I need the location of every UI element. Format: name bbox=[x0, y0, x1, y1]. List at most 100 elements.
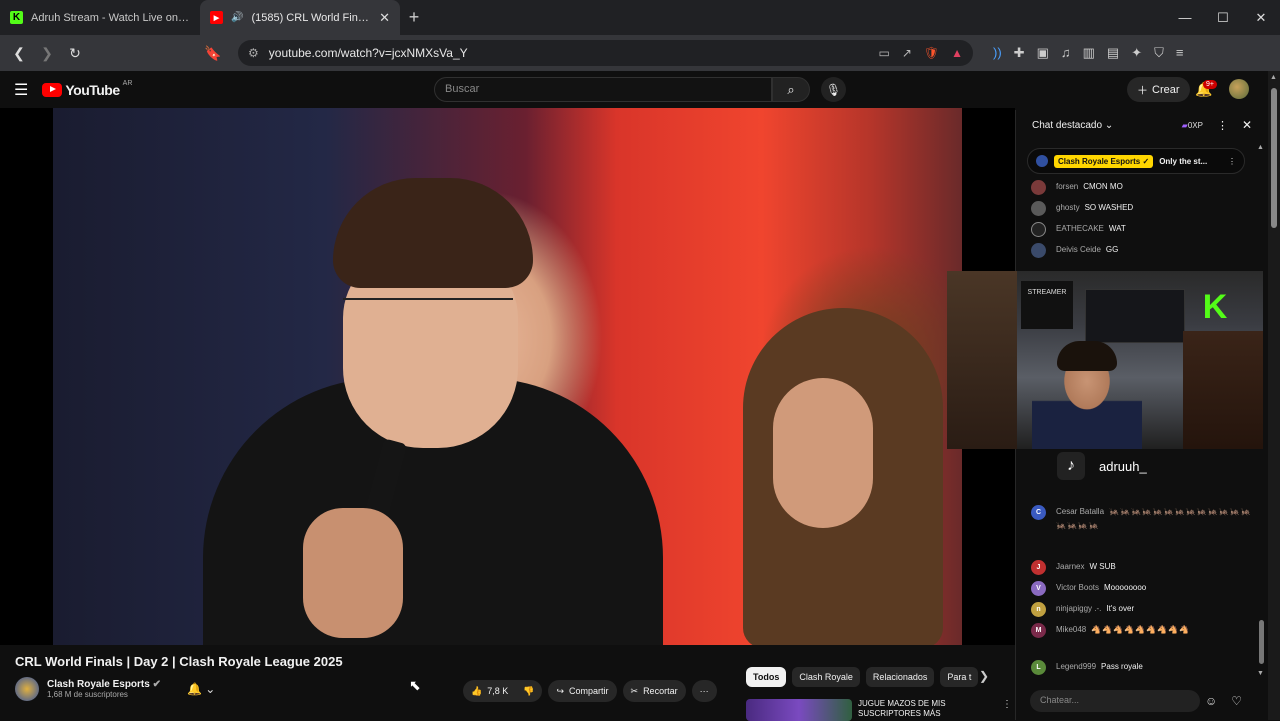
create-label: Crear bbox=[1152, 83, 1180, 96]
tab-youtube[interactable]: ▶ 🔊 (1585) CRL World Finals | Day ✕ bbox=[200, 0, 400, 35]
sidebar-icon[interactable]: ▥ bbox=[1083, 45, 1095, 61]
chip-all[interactable]: Todos bbox=[746, 667, 787, 687]
wallet-icon[interactable]: ▤ bbox=[1107, 45, 1119, 61]
screenshot-icon[interactable]: ▣ bbox=[1037, 45, 1049, 61]
music-icon[interactable]: ♫ bbox=[1061, 45, 1071, 61]
more-icon[interactable]: ⋮ bbox=[1002, 699, 1012, 721]
scissors-icon: ✂ bbox=[630, 685, 639, 696]
hamburger-menu-icon[interactable]: ☰ bbox=[14, 80, 28, 100]
chat-text: SO WASHED bbox=[1084, 203, 1134, 212]
more-icon: ··· bbox=[699, 686, 709, 696]
plus-icon: ＋ bbox=[1137, 84, 1148, 97]
maximize-icon[interactable]: ☐ bbox=[1204, 10, 1242, 26]
recommended-title[interactable]: JUGUE MAZOS DE MIS SUSCRIPTORES MÁS bbox=[858, 699, 988, 721]
chevron-right-icon[interactable]: ❯ bbox=[979, 669, 989, 683]
clip-label: Recortar bbox=[643, 686, 678, 696]
chat-author[interactable]: Cesar Batalla bbox=[1056, 507, 1104, 516]
youtube-logo[interactable]: YouTube AR bbox=[42, 80, 132, 98]
scrollbar-thumb[interactable] bbox=[1271, 88, 1277, 228]
forward-icon[interactable]: ❯ bbox=[36, 42, 58, 64]
chat-message: L Legend999 Pass royale bbox=[1031, 660, 1256, 675]
back-icon[interactable]: ❮ bbox=[8, 42, 30, 64]
recommended-thumbnail[interactable] bbox=[746, 699, 852, 721]
chat-author[interactable]: Deivis Ceide bbox=[1056, 245, 1101, 254]
channel-avatar[interactable] bbox=[15, 677, 39, 701]
video-player[interactable] bbox=[0, 108, 1015, 645]
create-button[interactable]: ＋ Crear bbox=[1127, 77, 1190, 102]
like-button[interactable]: 👍 7,8 K 👎 bbox=[463, 680, 543, 702]
chat-author[interactable]: ninjapiggy .-. bbox=[1056, 604, 1101, 613]
heart-icon[interactable]: ♡ bbox=[1231, 694, 1242, 708]
chat-mode-dropdown[interactable]: Chat destacado ⌄ bbox=[1032, 120, 1113, 131]
webcam-background bbox=[947, 271, 1017, 449]
close-window-icon[interactable]: ✕ bbox=[1242, 10, 1280, 26]
brave-shield-icon[interactable]: 🛡 bbox=[924, 46, 939, 60]
emoji-icon[interactable]: ☺ bbox=[1205, 694, 1217, 708]
share-icon[interactable]: ↗ bbox=[902, 46, 912, 60]
player-hair bbox=[333, 178, 533, 288]
share-button[interactable]: ↪ Compartir bbox=[548, 680, 617, 702]
puzzle-icon[interactable]: ✚ bbox=[1014, 45, 1025, 61]
chat-author[interactable]: Legend999 bbox=[1056, 662, 1096, 671]
clip-button[interactable]: ✂ Recortar bbox=[622, 680, 686, 702]
minimize-icon[interactable]: — bbox=[1166, 10, 1204, 26]
chip-related[interactable]: Relacionados bbox=[865, 667, 935, 687]
close-chat-icon[interactable]: ✕ bbox=[1242, 118, 1252, 132]
chat-input[interactable]: Chatear... bbox=[1030, 690, 1200, 712]
chat-more-icon[interactable]: ⋮ bbox=[1217, 119, 1228, 132]
brave-rewards-icon[interactable]: ▲ bbox=[951, 46, 963, 60]
new-tab-button[interactable]: + bbox=[400, 7, 428, 28]
thumbs-down-icon[interactable]: 👎 bbox=[523, 686, 534, 697]
pinned-message[interactable]: Clash Royale Esports ✓ Only the st... ⋮ bbox=[1027, 148, 1245, 174]
page-scrollbar[interactable]: ▲ bbox=[1268, 71, 1280, 720]
cast-icon[interactable]: ▭ bbox=[878, 46, 889, 60]
leo-ai-icon[interactable]: ✦ bbox=[1131, 45, 1142, 61]
scroll-up-icon[interactable]: ▲ bbox=[1257, 144, 1264, 151]
kick-icon: K bbox=[10, 11, 23, 24]
chat-scrollbar[interactable] bbox=[1259, 620, 1264, 664]
extensions-bar: )) ✚ ▣ ♫ ▥ ▤ ✦ ⛉ ≡ bbox=[993, 45, 1183, 61]
subscribe-bell-button[interactable]: 🔔 ⌄ bbox=[187, 682, 215, 696]
tiktok-overlay: ♪ adruuh_ bbox=[1057, 452, 1147, 480]
chat-author[interactable]: forsen bbox=[1056, 182, 1078, 191]
reload-icon[interactable]: ↻ bbox=[64, 42, 86, 64]
more-actions-button[interactable]: ··· bbox=[691, 680, 717, 702]
scroll-down-icon[interactable]: ▼ bbox=[1257, 670, 1264, 677]
channel-name-row[interactable]: Clash Royale Esports ✔ bbox=[47, 679, 161, 690]
xp-badge[interactable]: ▰0XP bbox=[1182, 121, 1203, 130]
chat-message: EATHECAKE WAT bbox=[1031, 222, 1256, 237]
channel-name[interactable]: Clash Royale Esports bbox=[47, 679, 150, 690]
chip-for-you[interactable]: Para t bbox=[940, 667, 979, 687]
bookmark-icon[interactable]: 🔖 bbox=[202, 42, 224, 64]
recommended-video[interactable]: JUGUE MAZOS DE MIS SUSCRIPTORES MÁS ⋮ bbox=[746, 699, 1012, 721]
chat-author[interactable]: ghosty bbox=[1056, 203, 1080, 212]
tiktok-icon: ♪ bbox=[1057, 452, 1085, 480]
search-input[interactable]: Buscar bbox=[434, 77, 772, 102]
microphone-icon[interactable]: 🎙 bbox=[821, 77, 846, 102]
avatar: C bbox=[1031, 505, 1046, 520]
close-tab-icon[interactable]: ✕ bbox=[379, 10, 390, 26]
audio-extension-icon[interactable]: )) bbox=[993, 45, 1002, 61]
chat-message: J Jaarnex W SUB bbox=[1031, 560, 1256, 575]
chat-author[interactable]: Jaarnex bbox=[1056, 562, 1084, 571]
video-frame[interactable] bbox=[53, 108, 962, 645]
url-text[interactable]: youtube.com/watch?v=jcxNMXsVa_Y bbox=[269, 46, 468, 60]
chip-clash-royale[interactable]: Clash Royale bbox=[792, 667, 860, 687]
chat-message: n ninjapiggy .-. It's over bbox=[1031, 602, 1256, 617]
action-bar: 👍 7,8 K 👎 ↪ Compartir ✂ Recortar ··· bbox=[463, 680, 717, 702]
scroll-up-icon[interactable]: ▲ bbox=[1270, 74, 1277, 81]
notification-badge: 9+ bbox=[1203, 80, 1217, 89]
tab-kick[interactable]: K Adruh Stream - Watch Live on Kick bbox=[0, 0, 200, 35]
speaker-icon[interactable]: 🔊 bbox=[231, 12, 243, 23]
vpn-icon[interactable]: ⛉ bbox=[1154, 45, 1164, 61]
menu-icon[interactable]: ≡ bbox=[1176, 45, 1184, 61]
chat-author[interactable]: EATHECAKE bbox=[1056, 224, 1104, 233]
site-settings-icon[interactable]: ⚙ bbox=[248, 46, 259, 60]
chat-author[interactable]: Victor Boots bbox=[1056, 583, 1099, 592]
chat-text: CMON MO bbox=[1083, 182, 1123, 191]
address-bar[interactable]: ⚙ youtube.com/watch?v=jcxNMXsVa_Y ▭ ↗ 🛡 … bbox=[238, 40, 973, 66]
avatar[interactable] bbox=[1229, 79, 1249, 99]
chat-author[interactable]: Mike048 bbox=[1056, 625, 1086, 634]
more-icon[interactable]: ⋮ bbox=[1228, 157, 1236, 166]
search-icon[interactable]: ⌕ bbox=[772, 77, 810, 102]
